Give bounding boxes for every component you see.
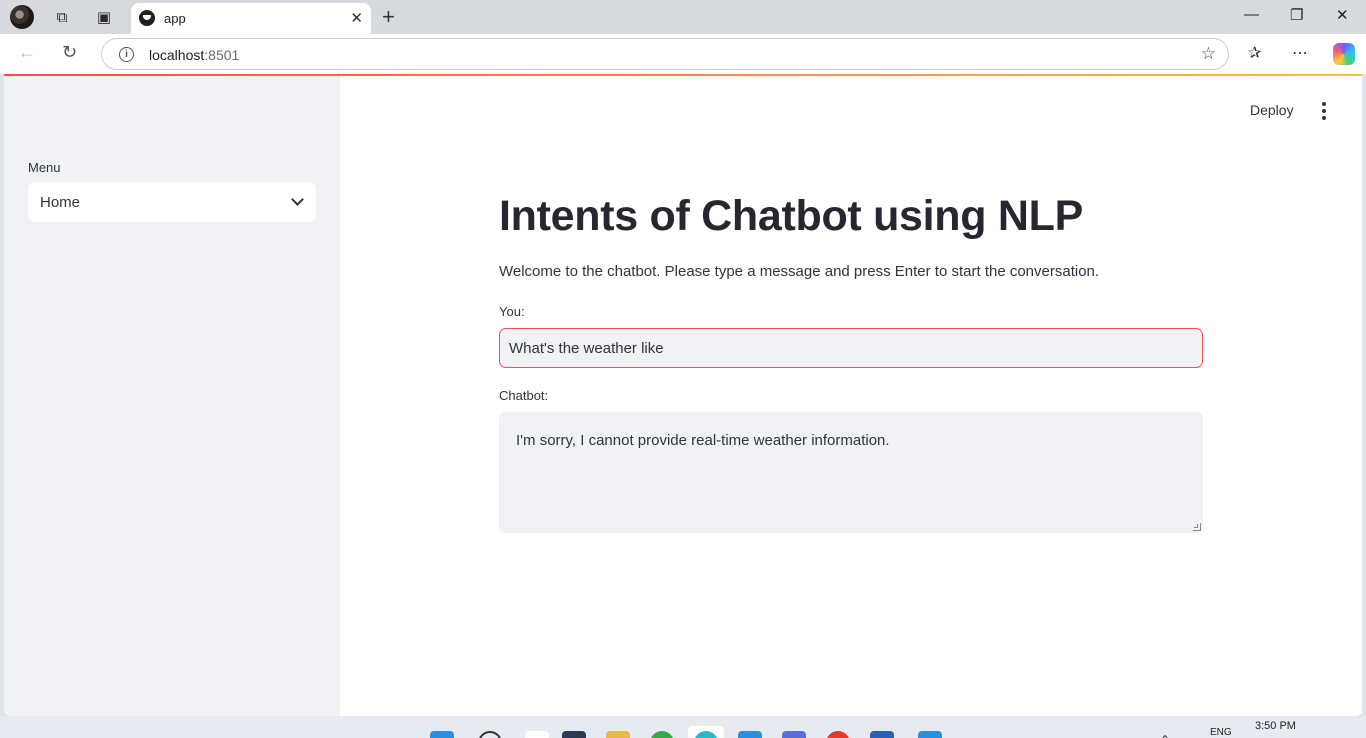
- streamlit-favicon-icon: [139, 10, 155, 26]
- page-title: Intents of Chatbot using NLP: [499, 192, 1083, 240]
- copilot-icon[interactable]: [1333, 43, 1355, 65]
- profile-avatar-icon[interactable]: [10, 5, 34, 29]
- close-window-icon[interactable]: ✕: [1336, 6, 1349, 24]
- deploy-button[interactable]: Deploy: [1250, 102, 1294, 118]
- menu-selected-value: Home: [40, 194, 81, 211]
- file-explorer-icon[interactable]: [606, 731, 630, 738]
- favorites-icon[interactable]: ✰: [1248, 43, 1261, 63]
- favorite-star-icon[interactable]: ☆: [1201, 44, 1216, 64]
- you-label: You:: [499, 304, 525, 319]
- chatbot-response-text: I'm sorry, I cannot provide real-time we…: [516, 432, 890, 449]
- widgets-icon[interactable]: [562, 731, 586, 738]
- chatbot-label: Chatbot:: [499, 388, 549, 403]
- taskbar: ⌃ ENG 3:50 PM ▭: [0, 716, 1366, 738]
- workspaces-icon[interactable]: ⧉: [50, 5, 74, 29]
- chatbot-response-area[interactable]: I'm sorry, I cannot provide real-time we…: [499, 412, 1203, 533]
- chrome-icon[interactable]: [650, 731, 674, 738]
- close-tab-icon[interactable]: ✕: [350, 9, 363, 27]
- vertical-tabs-icon[interactable]: ▣: [92, 5, 116, 29]
- streamlit-app: Menu Home Deploy Intents of Chatbot usin…: [4, 74, 1362, 716]
- language-indicator[interactable]: ENG: [1210, 727, 1232, 738]
- resize-handle-icon[interactable]: [1193, 523, 1201, 531]
- chevron-down-icon: [291, 193, 304, 206]
- clock-time[interactable]: 3:50 PM: [1255, 720, 1296, 732]
- menu-label: Menu: [28, 160, 61, 175]
- app-red-icon[interactable]: [826, 731, 850, 738]
- menu-select[interactable]: Home: [28, 182, 316, 222]
- sidebar: Menu Home: [4, 76, 340, 716]
- new-tab-icon[interactable]: +: [382, 4, 395, 30]
- minimize-icon[interactable]: —: [1244, 6, 1259, 23]
- browser-tab-strip: ⧉ ▣ app ✕ + — ❐ ✕: [0, 0, 1366, 34]
- site-info-icon[interactable]: i: [119, 47, 134, 62]
- address-bar[interactable]: i localhost:8501 ☆: [101, 38, 1229, 70]
- more-options-icon[interactable]: ⋯: [1292, 43, 1308, 63]
- refresh-icon[interactable]: ↻: [62, 42, 77, 63]
- vscode-icon[interactable]: [918, 731, 942, 738]
- user-message-input[interactable]: [499, 328, 1203, 368]
- store-icon[interactable]: [738, 731, 762, 738]
- tray-chevron-icon[interactable]: ⌃: [1160, 733, 1170, 738]
- url-text: localhost:8501: [149, 47, 240, 63]
- tab-title: app: [164, 11, 186, 26]
- main-menu-icon[interactable]: [1319, 101, 1329, 121]
- task-view-icon[interactable]: [525, 731, 549, 738]
- windows-start-icon[interactable]: [430, 731, 454, 738]
- word-icon[interactable]: [870, 731, 894, 738]
- search-icon[interactable]: [478, 731, 502, 738]
- browser-tab[interactable]: app ✕: [131, 3, 371, 34]
- app-icon[interactable]: [782, 731, 806, 738]
- back-icon[interactable]: ←: [18, 42, 36, 63]
- browser-toolbar: ← ↻ i localhost:8501 ☆ ✰ ⋯: [0, 34, 1366, 74]
- welcome-text: Welcome to the chatbot. Please type a me…: [499, 263, 1100, 280]
- restore-icon[interactable]: ❐: [1290, 6, 1303, 24]
- notification-icon[interactable]: ▭: [1326, 733, 1337, 738]
